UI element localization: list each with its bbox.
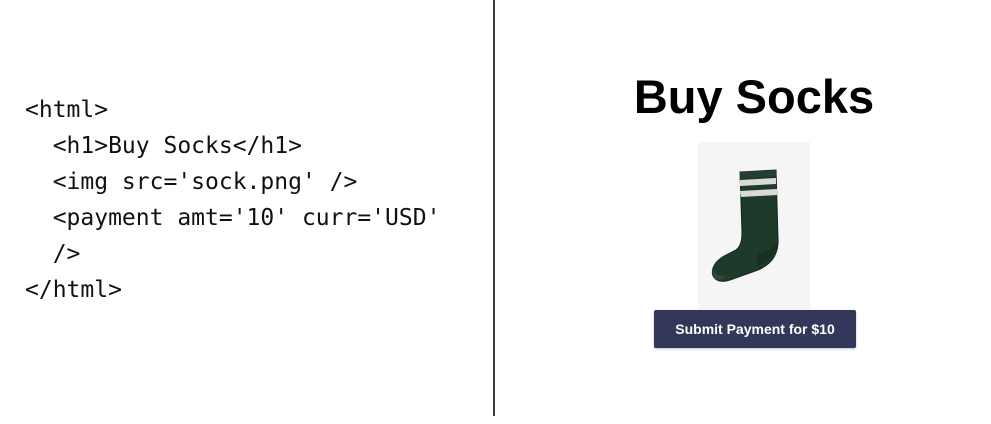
code-panel: <html> <h1>Buy Socks</h1> <img src='sock…	[0, 0, 494, 424]
submit-payment-button[interactable]: Submit Payment for $10	[654, 310, 856, 348]
sock-image	[698, 142, 810, 310]
code-line: <img src='sock.png' />	[25, 169, 358, 195]
page-title: Buy Socks	[633, 70, 875, 123]
sock-icon	[711, 169, 779, 282]
code-line: />	[25, 241, 81, 267]
code-line: <payment amt='10' curr='USD'	[25, 205, 441, 231]
code-line: <h1>Buy Socks</h1>	[25, 133, 302, 159]
code-line: <html>	[25, 97, 109, 123]
preview-panel: Buy Socks Submit Payment for $10	[495, 0, 991, 424]
code-line: </html>	[25, 277, 122, 303]
code-block: <html> <h1>Buy Socks</h1> <img src='sock…	[25, 92, 440, 308]
